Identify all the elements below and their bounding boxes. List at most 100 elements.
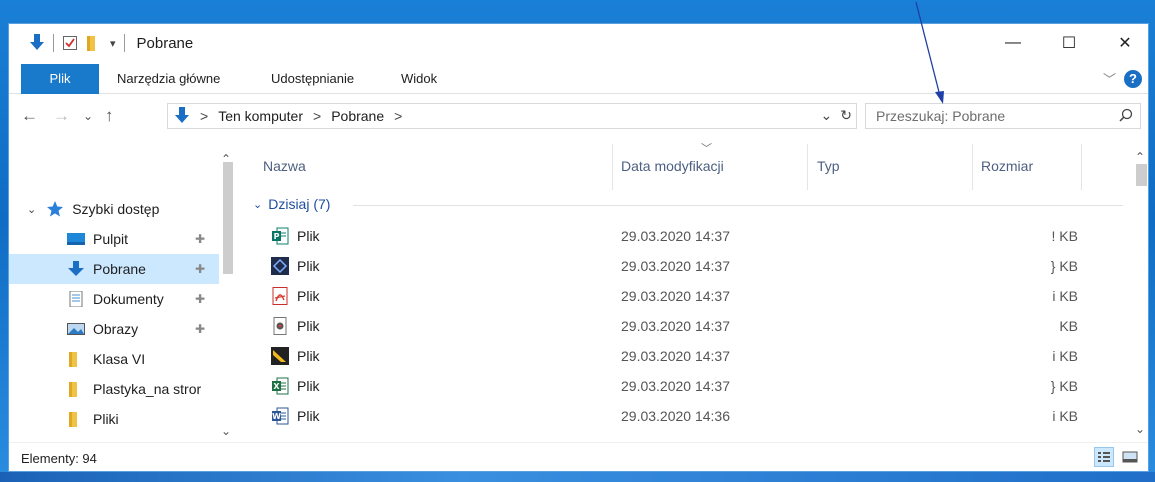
search-box[interactable] [865, 103, 1141, 129]
pin-icon[interactable]: ✚ [195, 322, 205, 336]
downloads-icon [68, 261, 84, 276]
table-row[interactable]: Plik 29.03.2020 14:37 i KB [241, 280, 1121, 310]
ribbon-tabs: Plik Narzędzia główne Udostępnianie Wido… [9, 64, 1148, 94]
forward-arrow-icon[interactable]: → [53, 106, 70, 126]
table-row[interactable]: Plik 29.03.2020 14:37 KB [241, 310, 1121, 340]
sidebar-item-label: Pobrane [93, 261, 146, 277]
column-divider[interactable] [1081, 144, 1082, 190]
file-date: 29.03.2020 14:37 [621, 288, 730, 304]
group-label: Dzisiaj (7) [268, 196, 331, 212]
search-icon[interactable] [1118, 107, 1134, 125]
sidebar-item-documents[interactable]: Dokumenty ✚ [9, 284, 219, 314]
file-size: i KB [1052, 348, 1078, 364]
navigation-pane: ⌄ Szybki dostęp Pulpit ✚ Pobrane ✚ Dokum… [9, 138, 237, 438]
folder-icon [69, 412, 77, 427]
tab-share[interactable]: Udostępnianie [271, 64, 354, 94]
qat-dropdown-icon[interactable]: ▾ [110, 37, 116, 50]
up-arrow-icon[interactable]: ↑ [105, 106, 114, 126]
breadcrumb-separator[interactable]: > [313, 108, 321, 124]
sidebar-item-klasa-vi[interactable]: Klasa VI [9, 344, 219, 374]
download-arrow-icon[interactable] [29, 34, 45, 52]
group-header-today[interactable]: ⌄ Dzisiaj (7) [253, 196, 330, 212]
pin-icon[interactable]: ✚ [195, 292, 205, 306]
tab-view[interactable]: Widok [401, 64, 437, 94]
desktop-icon [67, 233, 85, 245]
scroll-down-icon[interactable]: ⌄ [1135, 422, 1145, 436]
file-size: i KB [1052, 408, 1078, 424]
publisher-icon: P [272, 227, 289, 245]
close-button[interactable]: ✕ [1102, 24, 1148, 62]
table-row[interactable]: P Plik 29.03.2020 14:37 ! KB [241, 220, 1121, 250]
pictures-icon [67, 323, 85, 335]
table-row[interactable]: Plik 29.03.2020 14:37 i KB [241, 340, 1121, 370]
column-divider[interactable] [972, 144, 973, 190]
sidebar-item-plastyka[interactable]: Plastyka_na stror [9, 374, 219, 404]
table-row[interactable]: Plik 29.03.2020 14:37 } KB [241, 250, 1121, 280]
svg-text:X: X [273, 382, 280, 391]
sidebar-item-label: Pulpit [93, 231, 129, 247]
pdf-icon [272, 287, 288, 305]
address-bar[interactable]: > Ten komputer > Pobrane > ⌄ ↻ [167, 103, 857, 129]
column-header-name[interactable]: Nazwa [263, 158, 306, 174]
column-divider[interactable] [612, 144, 613, 190]
pin-icon[interactable]: ✚ [195, 232, 205, 246]
column-header-type[interactable]: Typ [817, 158, 840, 174]
navpane-scrollbar[interactable]: ⌃ ⌄ [219, 138, 237, 438]
new-folder-icon[interactable] [86, 34, 102, 52]
breadcrumb-this-pc[interactable]: Ten komputer [218, 108, 303, 124]
file-name: Plik [297, 348, 320, 364]
column-header-date[interactable]: Data modyfikacji [621, 158, 724, 174]
tab-file[interactable]: Plik [21, 64, 99, 94]
column-header-size[interactable]: Rozmiar [981, 158, 1033, 174]
file-list-scroll-thumb[interactable] [1136, 164, 1147, 186]
large-icons-view-button[interactable] [1120, 447, 1140, 467]
file-list: Nazwa ﹀ Data modyfikacji Typ Rozmiar ⌄ D… [241, 138, 1131, 438]
drawing-icon [271, 347, 289, 365]
sidebar-item-pictures[interactable]: Obrazy ✚ [9, 314, 219, 344]
svg-text:P: P [274, 232, 280, 241]
group-collapse-chevron-icon[interactable]: ⌄ [253, 198, 262, 211]
quick-access-item[interactable]: ⌄ Szybki dostęp [9, 194, 219, 224]
large-icons-view-icon [1122, 451, 1138, 463]
qat-separator [53, 34, 54, 52]
sidebar-item-label: Klasa VI [93, 351, 146, 367]
properties-check-icon[interactable] [62, 34, 78, 52]
item-count: Elementy: 94 [21, 451, 97, 466]
column-divider[interactable] [807, 144, 808, 190]
file-size: } KB [1050, 378, 1078, 394]
maximize-button[interactable]: ☐ [1046, 24, 1092, 62]
address-history-chevron-icon[interactable]: ⌄ [821, 107, 833, 124]
breadcrumb-separator[interactable]: > [200, 108, 208, 124]
scroll-down-icon[interactable]: ⌄ [221, 424, 231, 438]
sidebar-item-desktop[interactable]: Pulpit ✚ [9, 224, 219, 254]
file-date: 29.03.2020 14:37 [621, 348, 730, 364]
file-size: } KB [1050, 258, 1078, 274]
back-arrow-icon[interactable]: ← [21, 106, 38, 126]
file-name: Plik [297, 408, 320, 424]
star-icon [47, 201, 64, 217]
sidebar-item-downloads[interactable]: Pobrane ✚ [9, 254, 219, 284]
help-icon[interactable]: ? [1124, 69, 1142, 88]
expand-chevron-icon[interactable]: ⌄ [27, 203, 36, 216]
minimize-button[interactable]: — [990, 24, 1036, 62]
details-view-icon [1098, 452, 1110, 462]
file-list-scrollbar[interactable]: ⌃ ⌄ [1133, 138, 1148, 438]
sort-chevron-icon: ﹀ [701, 143, 712, 155]
file-explorer-window: ▾ Pobrane — ☐ ✕ Plik Narzędzia główne Ud… [8, 23, 1149, 472]
breadcrumb-separator[interactable]: > [394, 108, 402, 124]
navpane-scroll-thumb[interactable] [223, 162, 233, 274]
refresh-icon[interactable]: ↻ [840, 107, 852, 124]
sidebar-item-pliki[interactable]: Pliki [9, 404, 219, 434]
folder-icon [69, 382, 77, 397]
file-date: 29.03.2020 14:37 [621, 378, 730, 394]
tab-home[interactable]: Narzędzia główne [117, 64, 220, 94]
details-view-button[interactable] [1094, 447, 1114, 467]
expand-ribbon-chevron-icon[interactable]: ﹀ [1103, 69, 1116, 88]
table-row[interactable]: X Plik 29.03.2020 14:37 } KB [241, 370, 1121, 400]
recent-locations-chevron-icon[interactable]: ⌄ [83, 109, 93, 123]
search-input[interactable] [876, 108, 1106, 124]
pin-icon[interactable]: ✚ [195, 262, 205, 276]
scroll-up-icon[interactable]: ⌃ [1135, 150, 1145, 164]
breadcrumb-downloads[interactable]: Pobrane [331, 108, 384, 124]
table-row[interactable]: W Plik 29.03.2020 14:36 i KB [241, 400, 1121, 430]
